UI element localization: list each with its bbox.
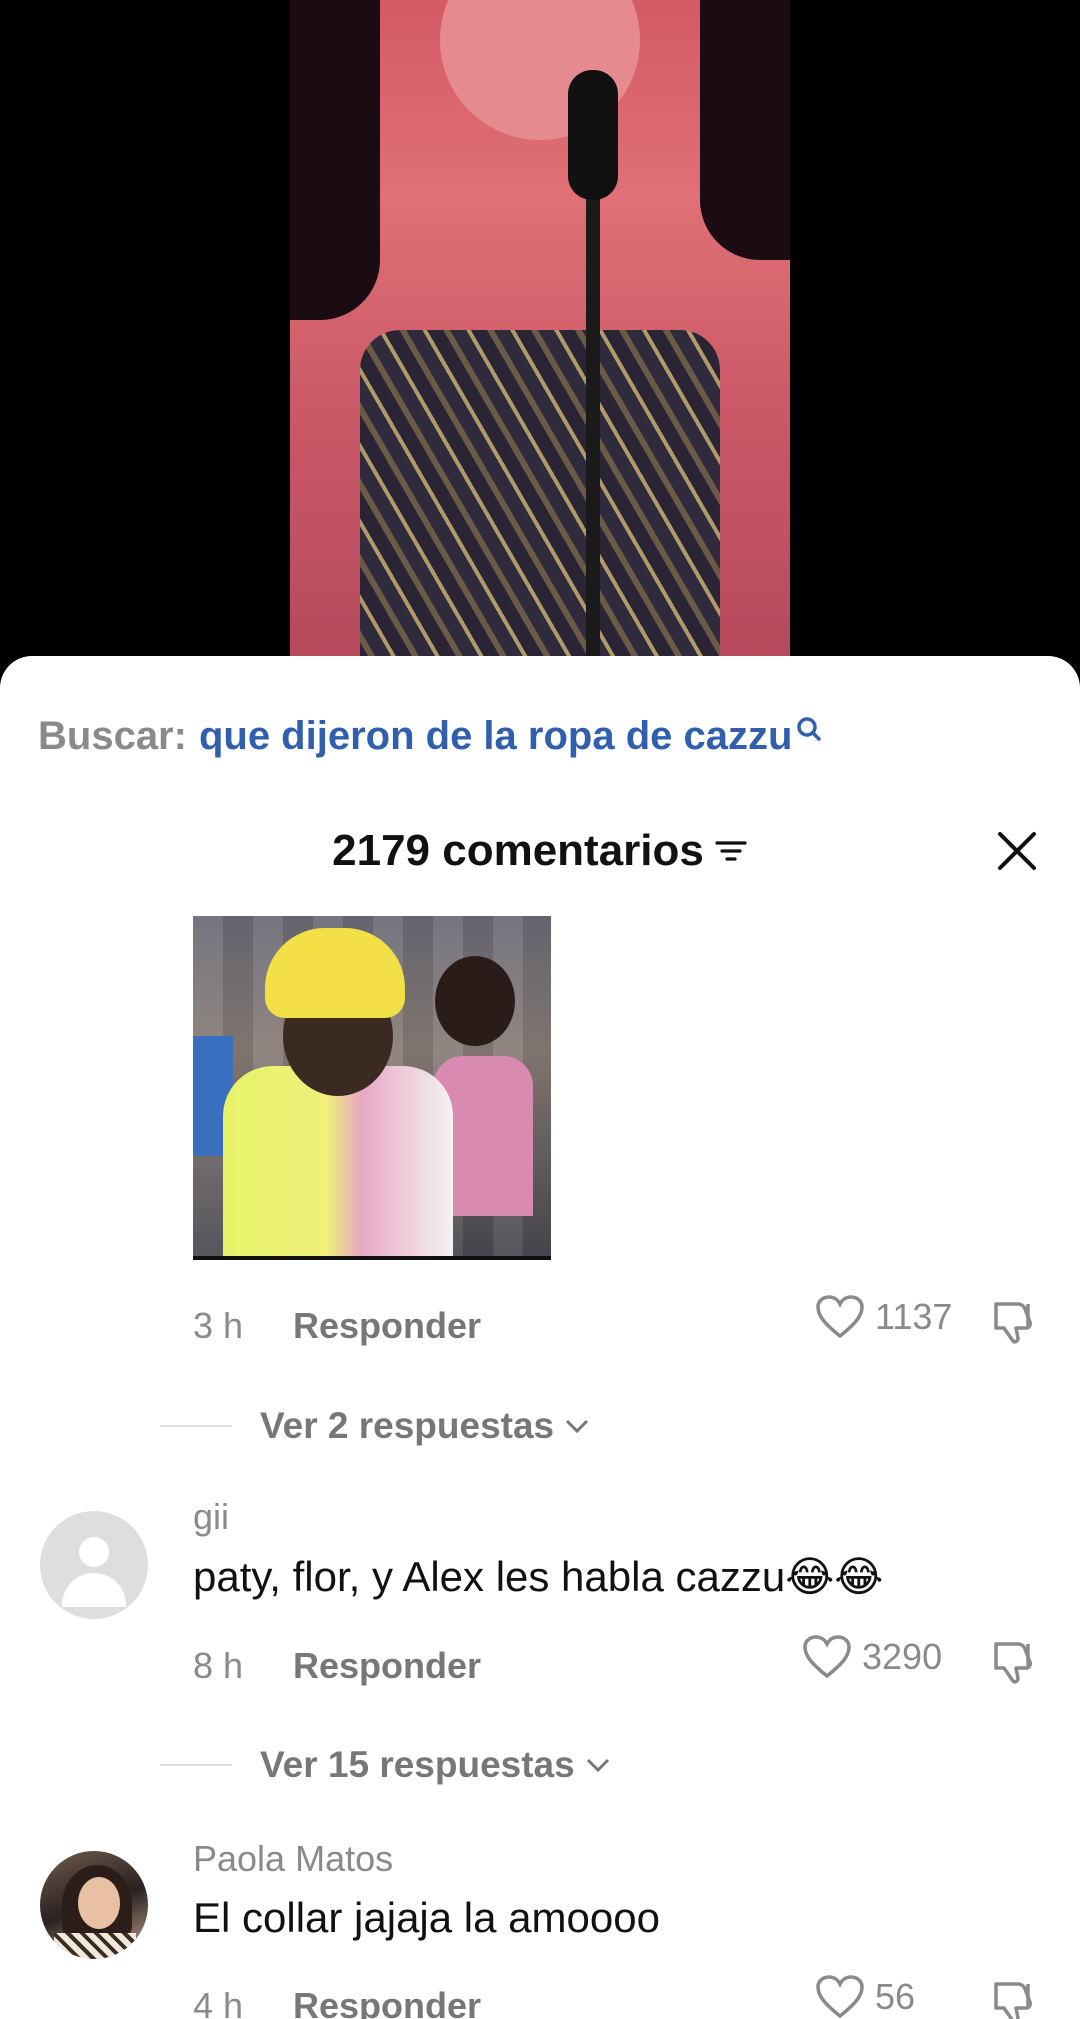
- comment-meta: 3 h Responder: [193, 1296, 481, 1356]
- search-icon[interactable]: [796, 716, 822, 756]
- search-query-link[interactable]: que dijeron de la ropa de cazzu: [199, 714, 792, 759]
- like-count: 56: [875, 1976, 916, 2017]
- video-frame: [290, 0, 790, 660]
- search-prefix: Buscar:: [38, 713, 187, 758]
- like-count: 3290: [862, 1636, 943, 1677]
- heart-icon: [816, 1295, 864, 1339]
- heart-icon: [816, 1975, 864, 2019]
- like-button[interactable]: 3290: [802, 1634, 942, 1680]
- divider: [160, 1425, 232, 1427]
- avatar[interactable]: [40, 1851, 148, 1959]
- view-replies-label: Ver 15 respuestas: [260, 1744, 575, 1785]
- comment-text: El collar jajaja la amoooo: [193, 1894, 660, 1941]
- reply-button[interactable]: Responder: [293, 1645, 481, 1687]
- sort-icon[interactable]: [714, 834, 748, 868]
- comments-count-title: 2179 comentarios: [332, 826, 704, 875]
- comments-header: 2179 comentarios: [0, 816, 1080, 886]
- view-replies-button[interactable]: Ver 15 respuestas: [160, 1740, 611, 1790]
- comment-username[interactable]: gii: [193, 1496, 229, 1538]
- video-player[interactable]: [0, 0, 1080, 700]
- chevron-down-icon: [566, 1419, 589, 1434]
- avatar[interactable]: [40, 1511, 148, 1619]
- close-icon[interactable]: [994, 828, 1040, 874]
- comments-sheet: Buscar: que dijeron de la ropa de cazzu …: [0, 656, 1080, 2019]
- dislike-icon[interactable]: [988, 1636, 1040, 1688]
- like-button[interactable]: 1137: [815, 1294, 952, 1340]
- search-suggestion[interactable]: Buscar: que dijeron de la ropa de cazzu: [38, 706, 822, 766]
- dislike-icon[interactable]: [988, 1976, 1040, 2019]
- reply-button[interactable]: Responder: [293, 1985, 481, 2019]
- comment-meta: 4 h Responder: [193, 1976, 481, 2019]
- comment-time: 3 h: [193, 1305, 244, 1346]
- heart-icon: [803, 1635, 851, 1679]
- divider: [160, 1764, 232, 1766]
- view-replies-label: Ver 2 respuestas: [260, 1405, 555, 1446]
- comment-time: 4 h: [193, 1985, 244, 2019]
- comment-time: 8 h: [193, 1645, 244, 1686]
- comment-username[interactable]: Paola Matos: [193, 1838, 393, 1880]
- comment-image[interactable]: [193, 916, 551, 1260]
- reply-button[interactable]: Responder: [293, 1305, 481, 1347]
- view-replies-button[interactable]: Ver 2 respuestas: [160, 1401, 590, 1451]
- like-button[interactable]: 56: [815, 1974, 915, 2019]
- dislike-icon[interactable]: [988, 1296, 1040, 1348]
- comment-text: paty, flor, y Alex les habla cazzu😂😂: [193, 1553, 884, 1600]
- chevron-down-icon: [586, 1758, 609, 1773]
- like-count: 1137: [875, 1296, 953, 1337]
- comment-meta: 8 h Responder: [193, 1636, 481, 1696]
